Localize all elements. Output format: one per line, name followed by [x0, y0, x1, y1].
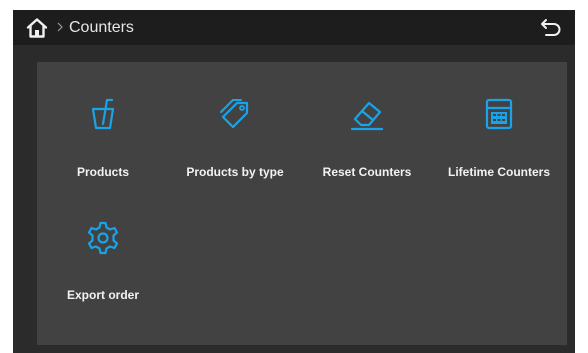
- products-by-type-tile[interactable]: Products by type: [169, 62, 301, 179]
- products-label: Products: [76, 165, 129, 179]
- home-icon[interactable]: [25, 16, 49, 40]
- cup-straw-icon: [91, 98, 115, 130]
- products-tile[interactable]: Products: [37, 62, 169, 179]
- calculator-icon: [485, 98, 513, 130]
- gear-icon: [87, 221, 119, 255]
- top-bar: Counters: [13, 10, 575, 45]
- reset-counters-label: Reset Counters: [322, 165, 412, 179]
- back-arrow-icon[interactable]: [539, 17, 563, 39]
- counters-screen: Counters Products Products by type Reset…: [13, 10, 575, 353]
- eraser-icon: [350, 101, 384, 131]
- page-title: Counters: [69, 19, 134, 36]
- export-order-tile[interactable]: Export order: [37, 185, 169, 302]
- tags-icon: [220, 99, 249, 129]
- lifetime-counters-tile[interactable]: Lifetime Counters: [433, 62, 565, 179]
- products-by-type-label: Products by type: [186, 165, 284, 179]
- lifetime-counters-label: Lifetime Counters: [447, 165, 550, 179]
- export-order-label: Export order: [66, 288, 139, 302]
- reset-counters-tile[interactable]: Reset Counters: [301, 62, 433, 179]
- chevron-right-icon: [57, 22, 63, 32]
- counters-menu-panel: Products Products by type Reset Counters: [37, 62, 567, 345]
